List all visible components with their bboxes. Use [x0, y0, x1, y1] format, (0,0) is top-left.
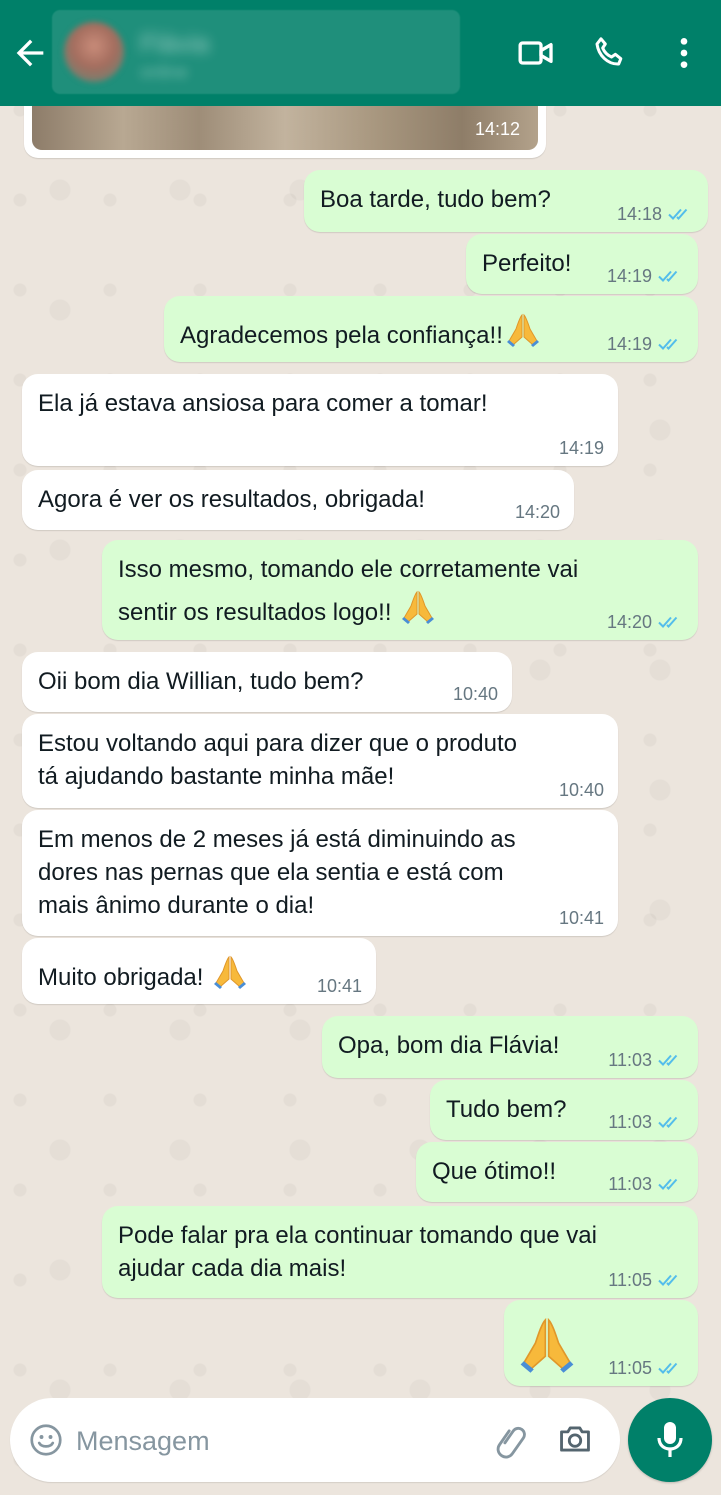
- message-bubble-outgoing[interactable]: Boa tarde, tudo bem? 14:18: [304, 170, 708, 232]
- message-time: 11:03: [608, 1174, 652, 1194]
- message-input[interactable]: [74, 1418, 478, 1464]
- camera-button[interactable]: [556, 1420, 594, 1458]
- message-time: 10:40: [558, 780, 604, 800]
- attach-button[interactable]: [492, 1422, 530, 1460]
- contact-name: Flávia: [140, 28, 210, 58]
- message-bubble-outgoing[interactable]: Tudo bem? 11:03: [430, 1080, 698, 1140]
- message-time: 10:40: [452, 684, 498, 704]
- message-bubble-outgoing[interactable]: 11:05: [504, 1300, 698, 1386]
- message-bubble-outgoing[interactable]: Pode falar pra ela continuar tomando que…: [102, 1206, 698, 1298]
- paperclip-icon: [496, 1426, 526, 1459]
- praying-hands-icon: [514, 1310, 580, 1385]
- message-time: 11:03: [608, 1112, 652, 1132]
- message-time: 14:12: [474, 119, 520, 139]
- message-time: 11:05: [608, 1270, 652, 1290]
- message-time: 14:19: [606, 266, 652, 286]
- message-text: Pode falar pra ela continuar tomando que…: [118, 1222, 597, 1249]
- back-button[interactable]: [10, 33, 50, 73]
- message-bubble-incoming[interactable]: Oii bom dia Willian, tudo bem? 10:40: [22, 652, 512, 712]
- emoji-icon: [30, 1424, 62, 1456]
- chat-header: Flávia online: [0, 0, 721, 106]
- double-check-icon: [658, 1274, 678, 1286]
- message-composer: [10, 1398, 620, 1482]
- contact-status: online: [140, 62, 189, 82]
- message-text: Estou voltando aqui para dizer que o pro…: [38, 730, 518, 757]
- microphone-icon: [657, 1422, 683, 1457]
- arrow-left-icon: [16, 39, 44, 67]
- message-text: Isso mesmo, tomando ele corretamente vai: [118, 556, 579, 583]
- double-check-icon: [658, 1178, 678, 1190]
- message-time: 11:03: [608, 1050, 652, 1070]
- double-check-icon: [658, 1116, 678, 1128]
- praying-hands-icon: [210, 951, 250, 1000]
- voice-message-button[interactable]: [628, 1398, 712, 1482]
- praying-hands-icon: [503, 309, 543, 358]
- message-bubble-incoming[interactable]: Em menos de 2 meses já está diminuindo a…: [22, 810, 618, 936]
- double-check-icon: [658, 1054, 678, 1066]
- message-bubble-incoming[interactable]: Ela já estava ansiosa para comer a tomar…: [22, 374, 618, 466]
- menu-button[interactable]: [664, 33, 704, 73]
- more-vert-icon: [680, 38, 688, 68]
- double-check-icon: [658, 1362, 678, 1374]
- message-text: sentir os resultados logo!!: [118, 599, 392, 626]
- double-check-icon: [658, 270, 678, 282]
- double-check-icon: [658, 616, 678, 628]
- voice-call-button[interactable]: [590, 33, 630, 73]
- message-text: Oii bom dia Willian, tudo bem?: [38, 668, 364, 695]
- emoji-button[interactable]: [28, 1422, 64, 1458]
- message-bubble-outgoing[interactable]: Agradecemos pela confiança!! 14:19: [164, 296, 698, 362]
- image-message[interactable]: 14:12: [24, 106, 546, 158]
- message-content: sentir os resultados logo!!: [118, 586, 684, 635]
- double-check-icon: [668, 208, 688, 220]
- message-time: 14:20: [606, 612, 652, 632]
- praying-hands-icon: [398, 586, 438, 635]
- message-bubble-outgoing[interactable]: Isso mesmo, tomando ele corretamente vai…: [102, 540, 698, 640]
- message-text: Muito obrigada!: [38, 964, 204, 991]
- camera-icon: [560, 1426, 590, 1452]
- message-bubble-incoming[interactable]: Estou voltando aqui para dizer que o pro…: [22, 714, 618, 808]
- message-time: 10:41: [558, 908, 604, 928]
- message-time: 11:05: [608, 1358, 652, 1378]
- message-bubble-outgoing[interactable]: Opa, bom dia Flávia! 11:03: [322, 1016, 698, 1078]
- message-photo[interactable]: 14:12: [32, 106, 538, 150]
- video-call-icon: [518, 41, 553, 65]
- message-time: 14:18: [616, 204, 662, 224]
- video-call-button[interactable]: [516, 33, 556, 73]
- message-bubble-incoming[interactable]: Muito obrigada! 10:41: [22, 938, 376, 1004]
- message-text: Em menos de 2 meses já está diminuindo a…: [38, 826, 516, 853]
- message-bubble-outgoing[interactable]: Que ótimo!! 11:03: [416, 1142, 698, 1202]
- message-time: 14:20: [514, 502, 560, 522]
- message-time: 14:19: [606, 334, 652, 354]
- message-list[interactable]: 14:12 Boa tarde, tudo bem? 14:18 Perfeit…: [0, 106, 721, 1396]
- message-text: Agradecemos pela confiança!!: [180, 322, 503, 349]
- message-text: tá ajudando bastante minha mãe!: [38, 763, 395, 790]
- message-time: 14:19: [558, 438, 604, 458]
- double-check-icon: [658, 338, 678, 350]
- message-text: Agora é ver os resultados, obrigada!: [38, 486, 425, 513]
- message-text: Ela já estava ansiosa para comer a tomar…: [38, 390, 488, 417]
- avatar[interactable]: [64, 22, 124, 82]
- phone-icon: [595, 37, 623, 66]
- message-content: Muito obrigada!: [38, 951, 362, 1000]
- message-bubble-incoming[interactable]: Agora é ver os resultados, obrigada! 14:…: [22, 470, 574, 530]
- message-text: dores nas pernas que ela sentia e está c…: [38, 859, 504, 886]
- message-bubble-outgoing[interactable]: Perfeito! 14:19: [466, 234, 698, 294]
- message-text: mais ânimo durante o dia!: [38, 892, 315, 919]
- message-time: 10:41: [316, 976, 362, 996]
- message-text: ajudar cada dia mais!: [118, 1255, 347, 1282]
